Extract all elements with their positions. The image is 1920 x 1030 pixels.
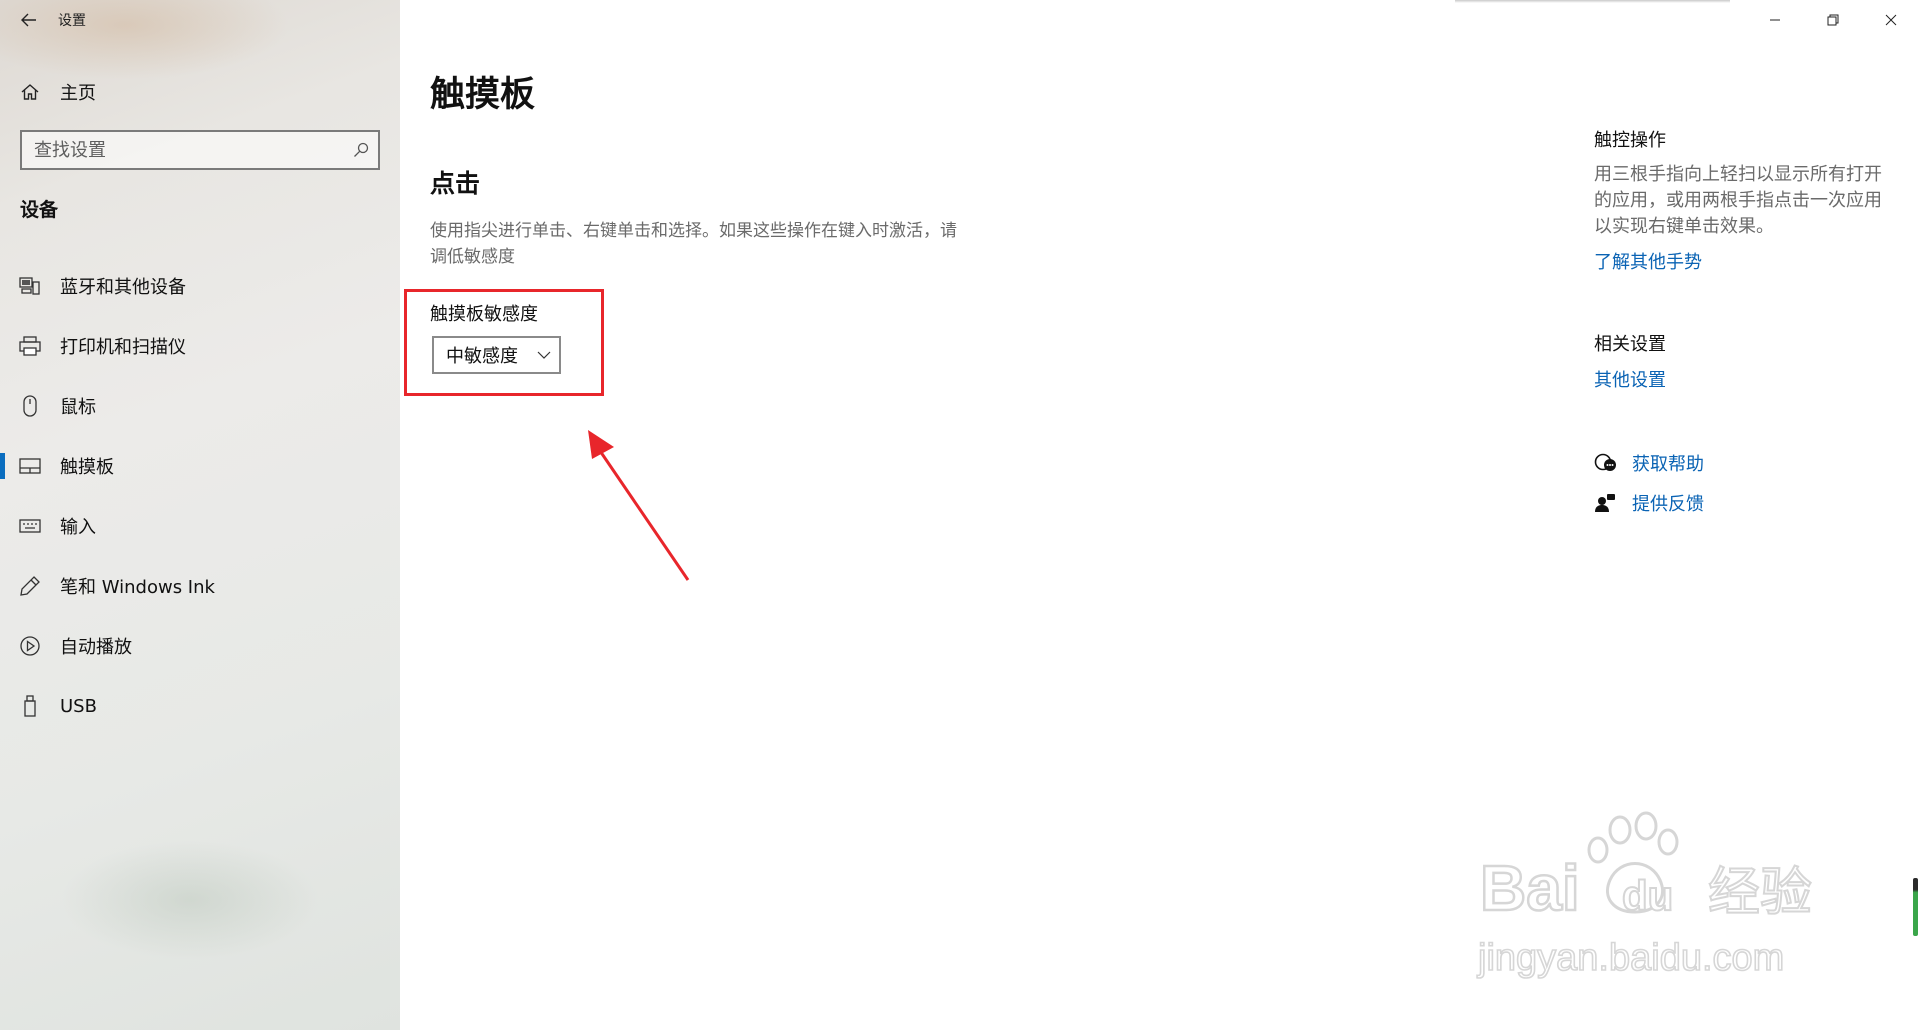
- sidebar-item-label: 蓝牙和其他设备: [60, 277, 186, 298]
- sidebar-item-label: USB: [60, 695, 97, 717]
- svg-text:Bai: Bai: [1480, 852, 1580, 924]
- taps-description: 使用指尖进行单击、右键单击和选择。如果这些操作在键入时激活，请调低敏感度: [430, 221, 957, 267]
- usb-icon: [0, 695, 60, 717]
- sidebar-item-autoplay[interactable]: 自动播放: [0, 616, 400, 676]
- close-icon: [1885, 14, 1897, 26]
- sidebar-item-label: 笔和 Windows Ink: [60, 577, 215, 598]
- touch-gestures-panel: 触控操作 用三根手指向上轻扫以显示所有打开的应用，或用两根手指点击一次应用以实现…: [1594, 126, 1914, 274]
- annotation-highlight-box: [404, 289, 604, 396]
- sidebar: 设置 主页 设备: [0, 0, 400, 1030]
- search-box[interactable]: [20, 130, 380, 170]
- touch-gestures-description: 用三根手指向上轻扫以显示所有打开的应用，或用两根手指点击一次应用以实现右键单击效…: [1594, 164, 1882, 237]
- get-help-link[interactable]: 获取帮助: [1594, 448, 1704, 478]
- pen-icon: [0, 575, 60, 597]
- scrollbar-thumb[interactable]: [1913, 878, 1918, 936]
- related-settings-panel: 相关设置 其他设置: [1594, 330, 1666, 392]
- touch-gestures-heading: 触控操作: [1594, 130, 1666, 151]
- sidebar-item-printers[interactable]: 打印机和扫描仪: [0, 316, 400, 376]
- sidebar-item-label: 触摸板: [60, 457, 114, 478]
- additional-settings-link[interactable]: 其他设置: [1594, 366, 1666, 392]
- sidebar-item-touchpad[interactable]: 触摸板: [0, 436, 400, 496]
- sidebar-item-bluetooth[interactable]: 蓝牙和其他设备: [0, 256, 400, 316]
- sidebar-item-home[interactable]: 主页: [0, 72, 400, 112]
- restore-button[interactable]: [1804, 0, 1862, 40]
- search-input[interactable]: [22, 139, 344, 161]
- bluetooth-devices-icon: [0, 277, 60, 295]
- printer-icon: [0, 336, 60, 356]
- give-feedback-link[interactable]: 提供反馈: [1594, 488, 1704, 518]
- mouse-icon: [0, 395, 60, 417]
- minimize-icon: [1770, 19, 1780, 21]
- section-title: 设备: [20, 199, 59, 221]
- learn-gestures-link[interactable]: 了解其他手势: [1594, 248, 1702, 274]
- sidebar-item-label: 自动播放: [60, 637, 132, 658]
- svg-text:jingyan.baidu.com: jingyan.baidu.com: [1477, 937, 1784, 979]
- titlebar: 设置: [0, 0, 400, 40]
- autoplay-icon: [0, 635, 60, 657]
- section-heading-taps: 点击: [430, 169, 481, 198]
- minimize-button[interactable]: [1746, 0, 1804, 40]
- annotation-arrow: [588, 430, 690, 581]
- sidebar-nav: 蓝牙和其他设备 打印机和扫描仪 鼠标 触摸板 输入 笔和 Windows Ink…: [0, 256, 400, 736]
- give-feedback-label: 提供反馈: [1632, 494, 1704, 515]
- window-controls: [1746, 0, 1920, 40]
- baidu-jingyan-watermark: Bai du 经验 jingyan.baidu.com: [1476, 811, 1813, 980]
- sidebar-item-label: 输入: [60, 517, 96, 538]
- settings-window: 设置 主页 设备: [0, 0, 1920, 1030]
- app-title: 设置: [58, 13, 86, 29]
- sidebar-item-pen[interactable]: 笔和 Windows Ink: [0, 556, 400, 616]
- svg-text:经验: 经验: [1708, 863, 1812, 923]
- search-icon[interactable]: [344, 142, 378, 158]
- sidebar-item-usb[interactable]: USB: [0, 676, 400, 736]
- related-settings-heading: 相关设置: [1594, 334, 1666, 355]
- overlay-window-edge: [1455, 0, 1730, 3]
- svg-text:du: du: [1622, 872, 1673, 919]
- sidebar-item-label: 鼠标: [60, 397, 96, 418]
- page-title: 触摸板: [430, 75, 536, 115]
- keyboard-icon: [0, 519, 60, 533]
- sidebar-item-label: 打印机和扫描仪: [60, 337, 186, 358]
- sidebar-item-typing[interactable]: 输入: [0, 496, 400, 556]
- chat-help-icon: [1594, 453, 1632, 473]
- sidebar-item-mouse[interactable]: 鼠标: [0, 376, 400, 436]
- back-arrow-icon: [21, 13, 36, 27]
- get-help-label: 获取帮助: [1632, 454, 1704, 475]
- home-icon: [0, 83, 60, 101]
- back-button[interactable]: [0, 0, 58, 40]
- restore-icon: [1827, 14, 1839, 26]
- touchpad-icon: [0, 458, 60, 474]
- close-button[interactable]: [1862, 0, 1920, 40]
- sidebar-item-label: 主页: [60, 83, 96, 104]
- feedback-person-icon: [1594, 493, 1632, 513]
